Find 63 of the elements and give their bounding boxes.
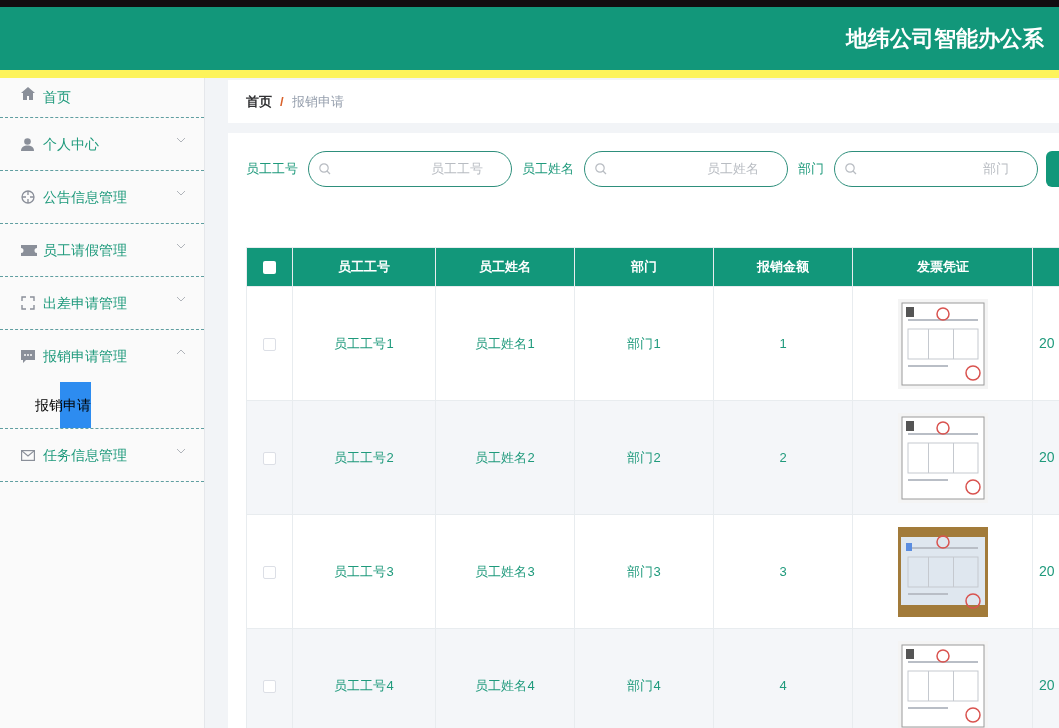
chevron-down-icon bbox=[176, 243, 186, 249]
table-cell: 员工姓名1 bbox=[475, 335, 535, 351]
table-cell: 部门2 bbox=[627, 449, 661, 465]
ticket-icon bbox=[21, 244, 37, 256]
search-field[interactable]: 员工姓名 bbox=[584, 150, 788, 187]
column-header: 员工姓名 bbox=[479, 259, 531, 275]
column-header: 发票凭证 bbox=[916, 259, 969, 275]
sidebar-item[interactable]: 任务信息管理 bbox=[0, 429, 204, 481]
breadcrumb-link[interactable]: 报销申请 bbox=[291, 91, 344, 112]
column-header: 员工工号 bbox=[338, 259, 390, 275]
table-cell: 3 bbox=[779, 563, 787, 579]
breadcrumb-link[interactable]: 首页 bbox=[246, 91, 272, 112]
sidebar-item[interactable]: 公告信息管理 bbox=[0, 171, 204, 223]
column-header: 部门 bbox=[631, 259, 657, 275]
table-cell: 部门1 bbox=[627, 335, 661, 351]
sidebar-item[interactable]: 出差申请管理 bbox=[0, 277, 204, 329]
chat-icon bbox=[21, 349, 35, 363]
table-cell: 员工工号1 bbox=[334, 335, 394, 351]
sidebar-item[interactable]: 首页 bbox=[0, 78, 204, 117]
table-cell: 部门3 bbox=[627, 563, 661, 579]
select-all-checkbox[interactable] bbox=[263, 261, 276, 275]
row-checkbox[interactable] bbox=[263, 451, 276, 465]
search-field[interactable]: 员工工号 bbox=[308, 150, 512, 187]
table-cell: 2 bbox=[779, 449, 787, 465]
home-icon bbox=[21, 87, 35, 100]
app-title: 地纬公司智能办公系 bbox=[846, 25, 1044, 53]
table-cell: 员工姓名2 bbox=[475, 449, 535, 465]
table-cell: 20 bbox=[1039, 563, 1055, 579]
breadcrumb-separator: / bbox=[280, 92, 284, 111]
table-cell: 员工工号2 bbox=[334, 449, 394, 465]
table-cell: 4 bbox=[779, 677, 787, 693]
user-icon bbox=[21, 137, 34, 151]
row-checkbox[interactable] bbox=[263, 565, 276, 579]
crosshair-icon bbox=[21, 190, 35, 204]
field-label: 员工姓名 bbox=[522, 159, 574, 178]
search-icon bbox=[319, 162, 331, 175]
table-cell: 20 bbox=[1039, 335, 1055, 351]
table-cell: 员工工号3 bbox=[334, 563, 394, 579]
table-cell: 员工姓名4 bbox=[475, 677, 535, 693]
chevron-down-icon bbox=[176, 137, 186, 143]
table-cell: 部门4 bbox=[627, 677, 661, 693]
table-cell: 员工姓名3 bbox=[475, 563, 535, 579]
column-header: 报销金额 bbox=[757, 259, 809, 275]
table-cell: 1 bbox=[779, 335, 787, 351]
sidebar-item[interactable]: 个人中心 bbox=[0, 118, 204, 170]
search-icon bbox=[595, 162, 607, 175]
search-icon bbox=[845, 162, 857, 175]
chevron-down-icon bbox=[176, 296, 186, 302]
chevron-up-icon bbox=[176, 349, 186, 355]
field-label: 员工工号 bbox=[246, 159, 298, 178]
sidebar-item[interactable]: 报销申请管理 bbox=[0, 330, 204, 382]
field-label: 部门 bbox=[798, 159, 824, 178]
chevron-down-icon bbox=[176, 190, 186, 196]
row-checkbox[interactable] bbox=[263, 679, 276, 693]
envelope-icon bbox=[21, 449, 35, 461]
table-cell: 20 bbox=[1039, 449, 1055, 465]
frame-corners-icon bbox=[21, 296, 35, 310]
row-checkbox[interactable] bbox=[263, 337, 276, 351]
sidebar-item[interactable]: 员工请假管理 bbox=[0, 224, 204, 276]
table-cell: 20 bbox=[1039, 677, 1055, 693]
table-cell: 员工工号4 bbox=[334, 677, 394, 693]
search-field[interactable]: 部门 bbox=[834, 150, 1038, 187]
chevron-down-icon bbox=[176, 448, 186, 454]
